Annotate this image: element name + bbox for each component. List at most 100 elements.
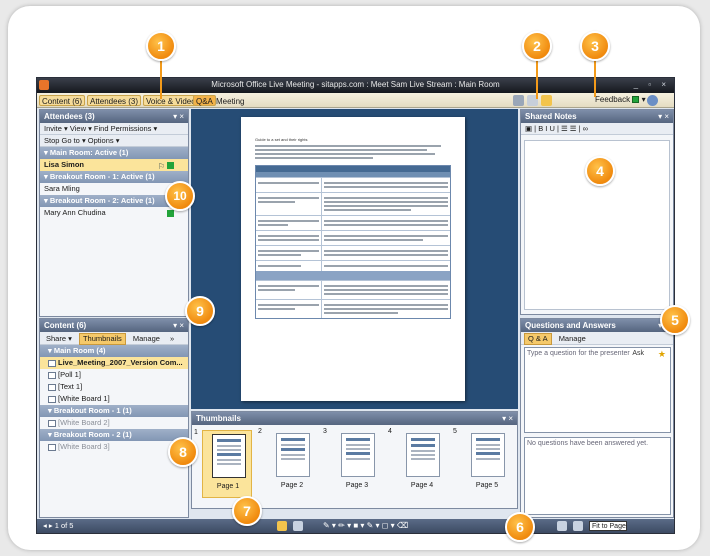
star-icon: ★ bbox=[657, 349, 666, 359]
shared-notes-header: Shared Notes ▾ × bbox=[521, 110, 673, 123]
attendees-toolbar[interactable]: Invite ▾ View ▾ Find Permissions ▾ bbox=[40, 123, 188, 135]
content-item[interactable]: [Poll 1] bbox=[40, 369, 188, 381]
qa-tabs: Q & A Manage bbox=[521, 332, 673, 345]
callout-1: 1 bbox=[146, 31, 176, 61]
page-thumbnail-image bbox=[212, 434, 246, 478]
thumbnails-header: Thumbnails ▾ × bbox=[192, 412, 517, 425]
attendee-row[interactable]: Mary Ann Chudina bbox=[40, 207, 188, 219]
content-panel: Content (6) ▾ × Share ▾ Thumbnails Manage… bbox=[39, 318, 189, 518]
menu-attendees[interactable]: Attendees (3) bbox=[87, 95, 142, 106]
status-green-icon bbox=[632, 96, 640, 104]
tab-manage[interactable]: Manage bbox=[130, 332, 163, 345]
tab-more[interactable]: » bbox=[167, 332, 177, 345]
annotation-tools[interactable]: ✎ ▾ ✏ ▾ ■ ▾ ✎ ▾ ◻ ▾ ⌫ bbox=[323, 519, 408, 533]
group-main-room[interactable]: ▾ Main Room (4) bbox=[40, 345, 188, 357]
thumbnail-page[interactable]: 4 Page 4 bbox=[388, 428, 447, 498]
attendees-panel: Attendees (3) ▾ × Invite ▾ View ▾ Find Pe… bbox=[39, 109, 189, 317]
group-breakout-1[interactable]: ▾ Breakout Room - 1 (1) bbox=[40, 405, 188, 417]
thumbnail-label: Page 1 bbox=[216, 483, 240, 490]
callout-7: 7 bbox=[232, 496, 262, 526]
thumbnail-label: Page 2 bbox=[280, 482, 304, 489]
qa-header: Questions and Answers▾ × bbox=[521, 319, 673, 332]
pointer-tool-icon[interactable] bbox=[277, 521, 287, 531]
thumbnail-page[interactable]: 1 Page 1 bbox=[194, 429, 252, 498]
content-item[interactable]: Live_Meeting_2007_Version Com... bbox=[40, 357, 188, 369]
feedback-label: Feedback bbox=[595, 95, 631, 104]
thumbnail-label: Page 4 bbox=[410, 482, 434, 489]
question-input[interactable]: Type a question for the presenter Ask ★ bbox=[524, 347, 671, 433]
menu-voice-video[interactable]: Voice & Video bbox=[143, 95, 199, 106]
attendee-row[interactable]: Lisa Simon ⚐ bbox=[40, 159, 188, 171]
question-placeholder: Type a question for the presenter bbox=[527, 350, 630, 357]
tab-qa[interactable]: Q & A bbox=[524, 333, 552, 345]
answered-questions-list: No questions have been answered yet. bbox=[524, 437, 671, 515]
window-title: Microsoft Office Live Meeting - sitapps.… bbox=[211, 80, 500, 89]
callout-3: 3 bbox=[580, 31, 610, 61]
whiteboard-icon bbox=[48, 443, 56, 451]
tab-qa-manage[interactable]: Manage bbox=[556, 332, 589, 345]
menu-meeting[interactable]: Meeting bbox=[213, 95, 247, 106]
status-green-icon bbox=[167, 210, 174, 217]
camera-icon[interactable] bbox=[513, 95, 524, 106]
content-tree: ▾ Main Room (4) Live_Meeting_2007_Versio… bbox=[40, 345, 188, 453]
content-header: Content (6) ▾ × bbox=[40, 319, 188, 332]
document-page: Guide to a set and their rights bbox=[241, 117, 465, 401]
attendees-toolbar-2[interactable]: Stop Go to ▾ Options ▾ bbox=[40, 135, 188, 147]
attendees-header: Attendees (3) ▾ × bbox=[40, 110, 188, 123]
content-item[interactable]: [White Board 1] bbox=[40, 393, 188, 405]
menu-content[interactable]: Content (6) bbox=[39, 95, 86, 106]
thumbnail-page[interactable]: 3 Page 3 bbox=[323, 428, 382, 498]
callout-2: 2 bbox=[522, 31, 552, 61]
tab-share[interactable]: Share ▾ bbox=[43, 332, 75, 345]
status-green-icon bbox=[167, 162, 174, 169]
notes-icon[interactable] bbox=[541, 95, 552, 106]
feedback-control[interactable]: Feedback ▾ bbox=[595, 95, 646, 104]
notes-format-toolbar[interactable]: ▣ | B I U | ☰ ☰ | ∞ bbox=[521, 123, 673, 135]
fullscreen-icon[interactable] bbox=[557, 521, 567, 531]
zoom-select[interactable]: Fit to Page bbox=[589, 521, 627, 531]
thumbnail-label: Page 5 bbox=[475, 482, 499, 489]
content-tabs: Share ▾ Thumbnails Manage » bbox=[40, 332, 188, 345]
content-stage[interactable]: Guide to a set and their rights bbox=[191, 109, 518, 409]
text-icon bbox=[48, 383, 56, 391]
callout-9: 9 bbox=[185, 296, 215, 326]
callout-leader bbox=[160, 57, 162, 99]
callout-5: 5 bbox=[660, 305, 690, 335]
document-heading: Guide to a set and their rights bbox=[255, 137, 308, 142]
content-item[interactable]: [White Board 3] bbox=[40, 441, 188, 453]
page-thumbnail-image bbox=[471, 433, 505, 477]
thumbnail-page[interactable]: 2 Page 2 bbox=[258, 428, 317, 498]
live-meeting-window: Microsoft Office Live Meeting - sitapps.… bbox=[36, 77, 675, 534]
thumbnail-label: Page 3 bbox=[345, 482, 369, 489]
pan-tool-icon[interactable] bbox=[293, 521, 303, 531]
page-thumbnail-image bbox=[276, 433, 310, 477]
thumbnails-panel: Thumbnails ▾ × 1 Page 1 2 Page 2 3 Page 3… bbox=[191, 411, 518, 509]
thumbnail-page[interactable]: 5 Page 5 bbox=[453, 428, 512, 498]
group-breakout-1[interactable]: ▾ Breakout Room - 1: Active (1) bbox=[40, 171, 188, 183]
page-thumbnail-image bbox=[406, 433, 440, 477]
group-main-room[interactable]: ▾ Main Room: Active (1) bbox=[40, 147, 188, 159]
help-icon[interactable] bbox=[647, 95, 658, 106]
callout-8: 8 bbox=[168, 437, 198, 467]
callout-leader bbox=[536, 57, 538, 99]
group-breakout-2[interactable]: ▾ Breakout Room - 2 (1) bbox=[40, 429, 188, 441]
page-navigation[interactable]: ◂ ▸ 1 of 5 bbox=[43, 519, 73, 533]
document-table bbox=[255, 165, 451, 319]
callout-6: 6 bbox=[505, 512, 535, 542]
whiteboard-icon bbox=[48, 419, 56, 427]
status-bar: ◂ ▸ 1 of 5 ✎ ▾ ✏ ▾ ■ ▾ ✎ ▾ ◻ ▾ ⌫ Fit to … bbox=[37, 519, 674, 533]
qa-panel: Questions and Answers▾ × Q & A Manage Ty… bbox=[520, 318, 674, 518]
document-icon bbox=[48, 359, 56, 367]
page-thumbnail-image bbox=[341, 433, 375, 477]
ask-button[interactable]: Ask bbox=[632, 350, 644, 357]
content-item[interactable]: [White Board 2] bbox=[40, 417, 188, 429]
tab-thumbnails[interactable]: Thumbnails bbox=[78, 333, 126, 345]
window-controls[interactable]: _ ▫ × bbox=[634, 80, 670, 89]
layout-icon[interactable] bbox=[573, 521, 583, 531]
whiteboard-icon bbox=[48, 395, 56, 403]
content-item[interactable]: [Text 1] bbox=[40, 381, 188, 393]
callout-leader bbox=[594, 57, 596, 97]
poll-icon bbox=[48, 371, 56, 379]
no-answers-text: No questions have been answered yet. bbox=[527, 440, 649, 447]
callout-10: 10 bbox=[165, 181, 195, 211]
